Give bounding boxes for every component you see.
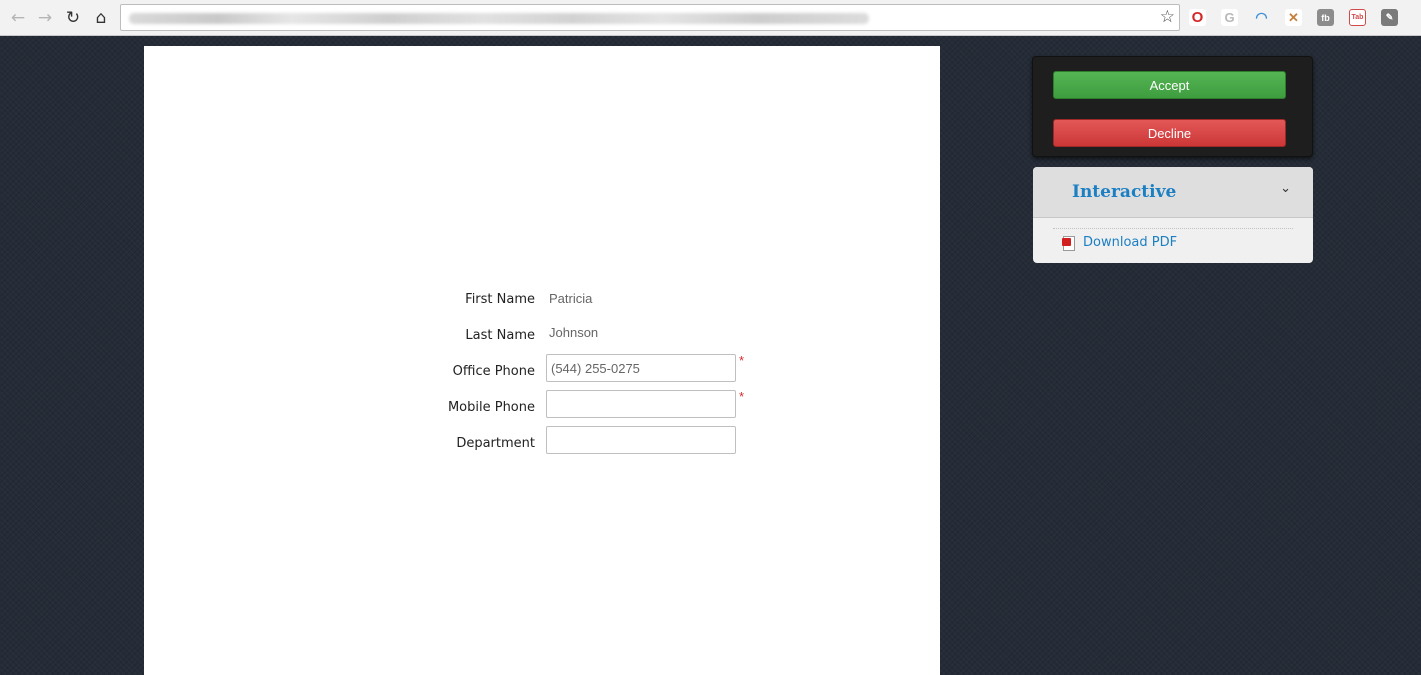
office-phone-required-mark: *: [739, 353, 745, 368]
mobile-phone-required-mark: *: [739, 389, 745, 404]
bookmark-star-icon[interactable]: ☆: [1160, 7, 1175, 27]
rainbow-icon[interactable]: ◠: [1253, 9, 1270, 26]
divider: [1053, 228, 1293, 229]
action-panel: Accept Decline: [1032, 56, 1313, 157]
department-label: Department: [456, 436, 535, 451]
translate-icon[interactable]: ✕: [1285, 9, 1302, 26]
reload-icon[interactable]: ↻: [61, 6, 85, 30]
mobile-phone-field[interactable]: [546, 390, 736, 418]
forward-icon[interactable]: →: [33, 6, 57, 30]
decline-button[interactable]: Decline: [1053, 119, 1286, 147]
download-pdf-link[interactable]: Download PDF: [1083, 235, 1177, 250]
accept-button[interactable]: Accept: [1053, 71, 1286, 99]
last-name-value: Johnson: [549, 325, 599, 340]
first-name-label: First Name: [465, 292, 535, 307]
tab-icon[interactable]: Tab: [1349, 9, 1366, 26]
grammarly-icon[interactable]: G: [1221, 9, 1238, 26]
office-phone-label: Office Phone: [452, 364, 535, 379]
first-name-value: Patricia: [549, 291, 593, 306]
evernote-icon[interactable]: ✎: [1381, 9, 1398, 26]
last-name-label: Last Name: [465, 328, 535, 343]
opera-icon[interactable]: O: [1189, 9, 1206, 26]
back-icon[interactable]: ←: [6, 6, 30, 30]
document-page: First Name Patricia Last Name Johnson Of…: [144, 46, 940, 675]
fb-icon[interactable]: fb: [1317, 9, 1334, 26]
mobile-phone-label: Mobile Phone: [447, 400, 535, 415]
home-icon[interactable]: ⌂: [89, 6, 113, 30]
pdf-icon: [1062, 236, 1075, 251]
address-bar[interactable]: ☆: [120, 4, 1180, 31]
office-phone-field[interactable]: (544) 255-0275: [546, 354, 736, 382]
browser-toolbar: ← → ↻ ⌂ ☆ O G ◠ ✕ fb Tab ✎: [0, 0, 1421, 36]
interactive-panel-title: Interactive: [1072, 182, 1177, 202]
chevron-down-icon[interactable]: ⌄: [1280, 181, 1291, 196]
url-text-blurred: [129, 13, 869, 24]
interactive-panel-header[interactable]: Interactive ⌄: [1033, 167, 1313, 218]
department-field[interactable]: [546, 426, 736, 454]
contact-form: First Name Patricia Last Name Johnson Of…: [144, 46, 940, 675]
interactive-panel: Interactive ⌄ Download PDF: [1033, 167, 1313, 263]
